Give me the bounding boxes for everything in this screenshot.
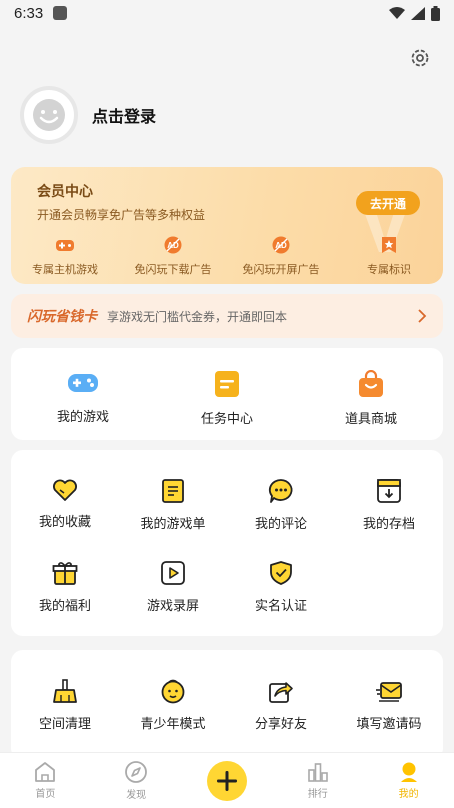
tab-home[interactable]: 首页 <box>0 753 91 808</box>
tab-discover[interactable]: 发现 <box>91 753 182 808</box>
space-cleanup-button[interactable]: 空间清理 <box>11 652 119 734</box>
bar-chart-icon <box>307 763 328 782</box>
heart-icon <box>53 479 77 501</box>
feature-label: 我的收藏 <box>38 515 91 530</box>
no-ad-icon: AD <box>272 236 290 254</box>
vip-subtitle: 开通会员畅享免广告等多种权益 <box>37 208 206 222</box>
feature-label: 我的游戏单 <box>140 517 206 532</box>
tab-create[interactable] <box>182 753 273 808</box>
feature-label: 我的评论 <box>254 517 307 532</box>
user-icon <box>400 762 417 782</box>
vip-perk[interactable]: AD 免闪玩开屏广告 <box>227 235 335 277</box>
tab-label: 排行 <box>307 789 328 800</box>
feature-label: 我的福利 <box>38 599 91 614</box>
avatar[interactable] <box>20 86 78 144</box>
chevron-right-icon <box>418 309 427 323</box>
saver-title: 闪玩省钱卡 <box>27 309 97 325</box>
compass-icon <box>125 761 148 783</box>
gamepad-plus-icon <box>56 240 74 251</box>
features-card: 我的收藏 我的游戏单 我的评论 我的存档 我的福利 游戏录屏 实名认证 <box>11 450 443 636</box>
vip-title: 会员中心 <box>37 184 93 200</box>
vip-perk-label: 免闪玩开屏广告 <box>242 263 320 276</box>
tool-label: 青少年模式 <box>140 717 206 732</box>
shield-check-icon <box>270 561 292 585</box>
gift-icon <box>52 562 78 585</box>
notification-icon <box>53 6 68 20</box>
quick-label: 道具商城 <box>344 412 397 427</box>
tool-label: 填写邀请码 <box>356 717 422 732</box>
feature-label: 游戏录屏 <box>146 599 199 614</box>
signal-icon <box>411 6 425 20</box>
my-benefits-button[interactable]: 我的福利 <box>11 534 119 616</box>
game-list-button[interactable]: 我的游戏单 <box>119 452 227 534</box>
vip-perk[interactable]: 专属标识 <box>335 235 443 277</box>
task-center-button[interactable]: 任务中心 <box>155 348 299 440</box>
smiley-face-icon <box>33 99 65 131</box>
tab-label: 首页 <box>35 789 56 800</box>
vip-card[interactable]: V 会员中心 开通会员畅享免广告等多种权益 去开通 专属主机游戏 AD 免闪玩下… <box>11 167 443 284</box>
quick-label: 我的游戏 <box>56 410 109 425</box>
feature-label: 实名认证 <box>254 599 307 614</box>
badge-star-icon <box>382 237 396 253</box>
gamepad-icon <box>68 374 98 392</box>
invite-mail-icon <box>376 682 402 702</box>
tab-mine[interactable]: 我的 <box>363 753 454 808</box>
tools-card: 空间清理 青少年模式 分享好友 填写邀请码 <box>11 650 443 760</box>
plus-icon <box>216 770 237 791</box>
screen-record-button[interactable]: 游戏录屏 <box>119 534 227 616</box>
login-link[interactable]: 点击登录 <box>92 103 156 127</box>
comment-icon <box>268 479 293 503</box>
invite-code-button[interactable]: 填写邀请码 <box>335 652 443 734</box>
share-icon <box>269 682 293 703</box>
saver-card[interactable]: 闪玩省钱卡 享游戏无门槛代金券，开通即回本 <box>11 294 443 338</box>
vip-perk[interactable]: 专属主机游戏 <box>11 235 119 277</box>
vip-open-button[interactable]: 去开通 <box>356 191 420 215</box>
profile-header[interactable]: 点击登录 <box>20 86 156 144</box>
home-icon <box>35 762 56 782</box>
vip-perk-label: 免闪玩下载广告 <box>134 263 212 276</box>
wifi-icon <box>389 6 405 19</box>
status-time: 6:33 <box>14 4 44 22</box>
quick-actions-card: 我的游戏 任务中心 道具商城 <box>11 348 443 440</box>
task-icon <box>215 371 239 397</box>
tab-ranking[interactable]: 排行 <box>272 753 363 808</box>
create-button[interactable] <box>206 760 247 801</box>
child-face-icon <box>161 679 185 704</box>
quick-label: 任务中心 <box>200 412 253 427</box>
battery-icon <box>431 5 440 21</box>
feature-label: 我的存档 <box>362 517 415 532</box>
saver-description: 享游戏无门槛代金券，开通即回本 <box>107 309 288 324</box>
bottom-tab-bar: 首页 发现 排行 我的 <box>0 752 454 808</box>
share-friends-button[interactable]: 分享好友 <box>227 652 335 734</box>
vip-perk-label: 专属主机游戏 <box>32 263 98 276</box>
tab-label: 发现 <box>126 790 147 801</box>
shop-bag-icon <box>359 370 383 397</box>
my-games-button[interactable]: 我的游戏 <box>11 348 155 440</box>
save-archive-icon <box>377 479 401 503</box>
teen-mode-button[interactable]: 青少年模式 <box>119 652 227 734</box>
tool-label: 空间清理 <box>38 717 91 732</box>
item-shop-button[interactable]: 道具商城 <box>299 348 443 440</box>
my-saves-button[interactable]: 我的存档 <box>335 452 443 534</box>
vip-perk-label: 专属标识 <box>367 263 411 276</box>
tab-label: 我的 <box>398 789 419 800</box>
status-bar: 6:33 <box>0 0 454 26</box>
broom-icon <box>53 679 77 703</box>
list-icon <box>162 479 184 503</box>
vip-perk[interactable]: AD 免闪玩下载广告 <box>119 235 227 277</box>
video-play-icon <box>161 561 185 585</box>
favorites-button[interactable]: 我的收藏 <box>11 452 119 534</box>
no-ad-icon: AD <box>164 236 182 254</box>
tool-label: 分享好友 <box>254 717 307 732</box>
real-name-auth-button[interactable]: 实名认证 <box>227 534 335 616</box>
my-comments-button[interactable]: 我的评论 <box>227 452 335 534</box>
gear-icon[interactable] <box>408 46 432 70</box>
